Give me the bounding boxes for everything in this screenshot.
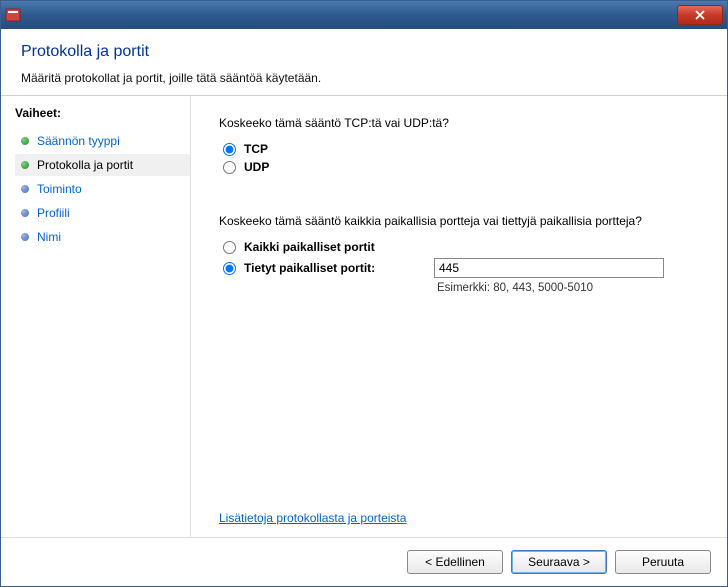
cancel-button[interactable]: Peruuta: [615, 550, 711, 574]
wizard-header: Protokolla ja portit Määritä protokollat…: [1, 29, 727, 96]
ports-question: Koskeeko tämä sääntö kaikkia paikallisia…: [219, 214, 703, 228]
step-rule-type[interactable]: Säännön tyyppi: [15, 130, 190, 152]
step-label: Profiili: [37, 206, 70, 220]
app-icon: [5, 7, 21, 23]
back-button[interactable]: < Edellinen: [407, 550, 503, 574]
wizard-steps-sidebar: Vaiheet: Säännön tyyppi Protokolla ja po…: [1, 96, 191, 537]
port-input[interactable]: [434, 258, 664, 278]
radio-udp[interactable]: [223, 161, 236, 174]
radio-udp-label: UDP: [244, 160, 269, 174]
port-example-text: Esimerkki: 80, 443, 5000-5010: [437, 282, 703, 294]
ports-specific-row[interactable]: Tietyt paikalliset portit:: [223, 258, 703, 278]
step-bullet-icon: [21, 233, 29, 241]
more-info-link[interactable]: Lisätietoja protokollasta ja porteista: [219, 511, 406, 525]
step-bullet-icon: [21, 185, 29, 193]
titlebar: [1, 1, 727, 29]
step-profile[interactable]: Profiili: [15, 202, 190, 224]
protocol-tcp-row[interactable]: TCP: [223, 142, 703, 156]
step-name[interactable]: Nimi: [15, 226, 190, 248]
step-label: Nimi: [37, 230, 61, 244]
close-icon: [695, 10, 705, 20]
radio-tcp[interactable]: [223, 143, 236, 156]
page-subtitle: Määritä protokollat ja portit, joille tä…: [21, 71, 707, 85]
radio-specific-ports[interactable]: [223, 262, 236, 275]
radio-all-ports[interactable]: [223, 241, 236, 254]
wizard-footer: < Edellinen Seuraava > Peruuta: [1, 537, 727, 585]
step-action[interactable]: Toiminto: [15, 178, 190, 200]
step-bullet-icon: [21, 161, 29, 169]
close-button[interactable]: [677, 5, 723, 25]
step-label: Säännön tyyppi: [37, 134, 120, 148]
page-title: Protokolla ja portit: [21, 43, 707, 61]
step-label: Protokolla ja portit: [37, 158, 133, 172]
radio-tcp-label: TCP: [244, 142, 268, 156]
protocol-question: Koskeeko tämä sääntö TCP:tä vai UDP:tä?: [219, 116, 703, 130]
radio-all-ports-label: Kaikki paikalliset portit: [244, 240, 375, 254]
step-bullet-icon: [21, 137, 29, 145]
step-protocol-ports: Protokolla ja portit: [15, 154, 190, 176]
radio-specific-ports-label: Tietyt paikalliset portit:: [244, 261, 434, 275]
wizard-content: Koskeeko tämä sääntö TCP:tä vai UDP:tä? …: [191, 96, 727, 537]
steps-heading: Vaiheet:: [15, 106, 190, 120]
protocol-udp-row[interactable]: UDP: [223, 160, 703, 174]
step-label: Toiminto: [37, 182, 82, 196]
ports-all-row[interactable]: Kaikki paikalliset portit: [223, 240, 703, 254]
step-bullet-icon: [21, 209, 29, 217]
next-button[interactable]: Seuraava >: [511, 550, 607, 574]
